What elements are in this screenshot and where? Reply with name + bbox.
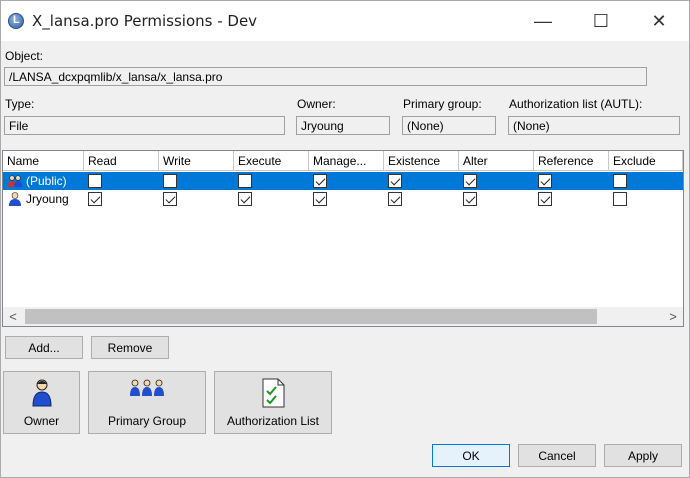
cell-manage bbox=[309, 190, 327, 208]
cell-alter bbox=[459, 190, 477, 208]
authorization-list-field: (None) bbox=[508, 116, 680, 135]
row-name-label: (Public) bbox=[26, 174, 67, 188]
read-checkbox[interactable] bbox=[88, 192, 102, 206]
table-row[interactable]: (Public) bbox=[3, 172, 683, 190]
table-row[interactable]: Jryoung bbox=[3, 190, 683, 208]
column-header-alter[interactable]: Alter bbox=[459, 151, 534, 171]
row-name-cell[interactable]: (Public) bbox=[3, 172, 84, 190]
row-name-label: Jryoung bbox=[26, 192, 69, 206]
type-label: Type: bbox=[5, 97, 35, 111]
cell-write bbox=[159, 190, 177, 208]
alter-checkbox[interactable] bbox=[463, 174, 477, 188]
cell-exclude bbox=[609, 172, 627, 190]
maximize-button[interactable]: ☐ bbox=[572, 1, 630, 41]
grid-header: Name Read Write Execute Manage... Existe… bbox=[3, 151, 683, 171]
title-bar: X_lansa.pro Permissions - Dev — ☐ ✕ bbox=[1, 1, 689, 41]
owner-icon bbox=[30, 378, 54, 411]
type-field: File bbox=[4, 116, 285, 135]
column-header-execute[interactable]: Execute bbox=[234, 151, 309, 171]
column-header-exclude[interactable]: Exclude bbox=[609, 151, 683, 171]
primary-group-label: Primary group: bbox=[403, 97, 482, 111]
manage-checkbox[interactable] bbox=[313, 174, 327, 188]
permissions-grid[interactable]: Name Read Write Execute Manage... Existe… bbox=[2, 150, 684, 327]
write-checkbox[interactable] bbox=[163, 174, 177, 188]
scroll-left-icon[interactable]: < bbox=[3, 307, 23, 326]
exclude-checkbox[interactable] bbox=[613, 192, 627, 206]
existence-checkbox[interactable] bbox=[388, 192, 402, 206]
column-header-existence[interactable]: Existence bbox=[384, 151, 459, 171]
window-title: X_lansa.pro Permissions - Dev bbox=[32, 12, 258, 30]
primary-group-field: (None) bbox=[402, 116, 496, 135]
cell-execute bbox=[234, 172, 252, 190]
column-header-write[interactable]: Write bbox=[159, 151, 234, 171]
apply-button[interactable]: Apply bbox=[604, 444, 682, 467]
row-name-cell[interactable]: Jryoung bbox=[3, 190, 84, 208]
existence-checkbox[interactable] bbox=[388, 174, 402, 188]
app-icon bbox=[8, 13, 24, 29]
ok-button[interactable]: OK bbox=[432, 444, 510, 467]
reference-checkbox[interactable] bbox=[538, 192, 552, 206]
horizontal-scrollbar[interactable]: < > bbox=[3, 307, 683, 326]
checklist-icon bbox=[260, 378, 286, 411]
alter-checkbox[interactable] bbox=[463, 192, 477, 206]
authorization-list-button-label: Authorization List bbox=[226, 414, 320, 428]
read-checkbox[interactable] bbox=[88, 174, 102, 188]
column-header-read[interactable]: Read bbox=[84, 151, 159, 171]
object-field: /LANSA_dcxpqmlib/x_lansa/x_lansa.pro bbox=[4, 67, 647, 86]
user-icon bbox=[9, 192, 21, 206]
primary-group-button[interactable]: Primary Group bbox=[88, 371, 206, 434]
owner-button[interactable]: Owner bbox=[3, 371, 80, 434]
cell-existence bbox=[384, 172, 402, 190]
cell-reference bbox=[534, 190, 552, 208]
cell-exclude bbox=[609, 190, 627, 208]
object-label: Object: bbox=[5, 49, 44, 63]
cell-read bbox=[84, 172, 102, 190]
owner-field: Jryoung bbox=[296, 116, 390, 135]
group-users-icon bbox=[8, 175, 22, 187]
minimize-button[interactable]: — bbox=[514, 1, 572, 41]
owner-button-label: Owner bbox=[23, 414, 60, 428]
cancel-button[interactable]: Cancel bbox=[518, 444, 596, 467]
exclude-checkbox[interactable] bbox=[613, 174, 627, 188]
execute-checkbox[interactable] bbox=[238, 192, 252, 206]
reference-checkbox[interactable] bbox=[538, 174, 552, 188]
column-header-manage[interactable]: Manage... bbox=[309, 151, 384, 171]
authorization-list-button[interactable]: Authorization List bbox=[214, 371, 332, 434]
manage-checkbox[interactable] bbox=[313, 192, 327, 206]
write-checkbox[interactable] bbox=[163, 192, 177, 206]
cell-execute bbox=[234, 190, 252, 208]
permissions-dialog: X_lansa.pro Permissions - Dev — ☐ ✕ Obje… bbox=[0, 0, 690, 478]
add-button[interactable]: Add... bbox=[5, 336, 83, 359]
close-button[interactable]: ✕ bbox=[630, 1, 688, 41]
owner-label: Owner: bbox=[297, 97, 336, 111]
scrollbar-thumb[interactable] bbox=[25, 309, 597, 324]
scroll-right-icon[interactable]: > bbox=[663, 307, 683, 326]
remove-button[interactable]: Remove bbox=[91, 336, 169, 359]
cell-alter bbox=[459, 172, 477, 190]
group-icon bbox=[129, 378, 165, 401]
column-header-name[interactable]: Name bbox=[3, 151, 84, 171]
column-header-reference[interactable]: Reference bbox=[534, 151, 609, 171]
cell-existence bbox=[384, 190, 402, 208]
cell-write bbox=[159, 172, 177, 190]
cell-reference bbox=[534, 172, 552, 190]
execute-checkbox[interactable] bbox=[238, 174, 252, 188]
cell-manage bbox=[309, 172, 327, 190]
authorization-list-label: Authorization list (AUTL): bbox=[509, 97, 643, 111]
primary-group-button-label: Primary Group bbox=[107, 414, 187, 428]
cell-read bbox=[84, 190, 102, 208]
